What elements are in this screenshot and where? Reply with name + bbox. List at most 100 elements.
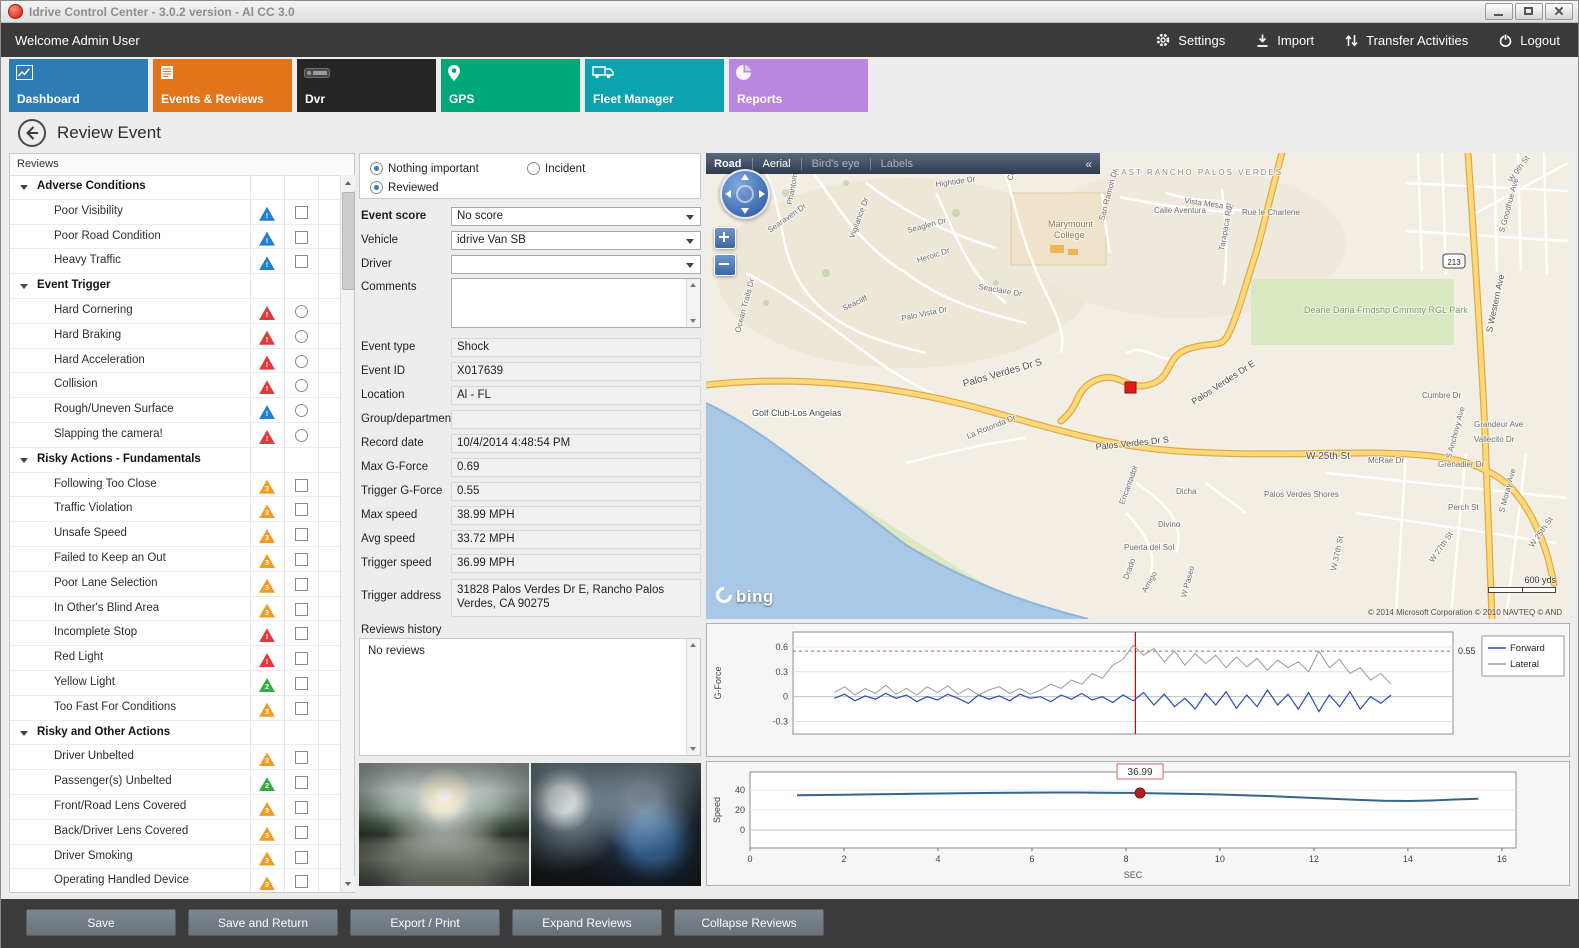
tab-reports[interactable]: Reports [729, 59, 868, 112]
tree-item-too-fast-for-conditions[interactable]: Too Fast For Conditions3 [10, 696, 340, 721]
checkbox-too-fast-for-conditions[interactable] [295, 702, 308, 715]
tree-item-incomplete-stop[interactable]: Incomplete Stop! [10, 621, 340, 646]
tab-dashboard[interactable]: Dashboard [9, 59, 148, 112]
tree-item-following-too-close[interactable]: Following Too Close3 [10, 473, 340, 498]
checkbox-red-light[interactable] [295, 652, 308, 665]
classification-option-incident[interactable]: Incident [527, 162, 585, 175]
checkbox-driver-unbelted[interactable] [295, 751, 308, 764]
checkbox-incomplete-stop[interactable] [295, 627, 308, 640]
tree-item-hard-acceleration[interactable]: Hard Acceleration! [10, 349, 340, 374]
close-button[interactable] [1545, 3, 1573, 20]
tree-item-poor-road-condition[interactable]: Poor Road Condition! [10, 225, 340, 250]
checkbox-poor-visibility[interactable] [295, 206, 308, 219]
tree-item-red-light[interactable]: Red Light! [10, 646, 340, 671]
radio-hard-acceleration[interactable] [295, 355, 308, 368]
checkbox-yellow-light[interactable] [295, 677, 308, 690]
tree-item-slapping-the-camera[interactable]: Slapping the camera!! [10, 423, 340, 448]
tree-item-rough-uneven-surface[interactable]: Rough/Uneven Surface! [10, 398, 340, 423]
map-mode-road[interactable]: Road [714, 158, 742, 170]
logout-button[interactable]: Logout [1498, 33, 1560, 48]
pan-west-icon[interactable] [725, 190, 731, 198]
scrollbar-thumb[interactable] [342, 192, 355, 290]
tab-dvr[interactable]: Dvr [297, 59, 436, 112]
tree-item-passenger-s-unbelted[interactable]: Passenger(s) Unbelted2 [10, 770, 340, 795]
checkbox-heavy-traffic[interactable] [295, 255, 308, 268]
tree-item-driver-unbelted[interactable]: Driver Unbelted3 [10, 745, 340, 770]
map-collapse-button[interactable]: « [1085, 157, 1092, 171]
tree-item-hard-braking[interactable]: Hard Braking! [10, 324, 340, 349]
zoom-out-button[interactable] [714, 254, 736, 276]
collapse-caret-icon[interactable] [20, 284, 28, 289]
tree-item-back-driver-lens-covered[interactable]: Back/Driver Lens Covered3 [10, 820, 340, 845]
tree-item-front-road-lens-covered[interactable]: Front/Road Lens Covered3 [10, 795, 340, 820]
zoom-in-button[interactable] [714, 227, 736, 249]
radio-hard-braking[interactable] [295, 330, 308, 343]
checkbox-poor-road-condition[interactable] [295, 231, 308, 244]
checkbox-front-road-lens-covered[interactable] [295, 801, 308, 814]
tree-group-risky-and-other-actions[interactable]: Risky and Other Actions [10, 721, 340, 746]
radio-slapping-the-camera[interactable] [295, 429, 308, 442]
map-mode-bird-s-eye[interactable]: Bird's eye [812, 158, 860, 170]
checkbox-passenger-s-unbelted[interactable] [295, 776, 308, 789]
classification-option-reviewed[interactable]: Reviewed [370, 181, 439, 194]
expand-reviews-button[interactable]: Expand Reviews [512, 909, 662, 936]
export-print-button[interactable]: Export / Print [350, 909, 500, 936]
event-location-marker[interactable] [1125, 382, 1136, 393]
radio-incident[interactable] [527, 162, 540, 175]
classification-option-nothing-important[interactable]: Nothing important [370, 162, 479, 175]
minimize-button[interactable] [1485, 3, 1513, 20]
tree-item-operating-handled-device[interactable]: Operating Handled Device3 [10, 869, 340, 892]
map-panel[interactable]: 213 EAST RANCHO PALOS VERDESMarymountCol… [706, 153, 1570, 619]
tree-group-risky-actions-fundamentals[interactable]: Risky Actions - Fundamentals [10, 448, 340, 473]
vehicle-select[interactable]: idrive Van SB [451, 231, 701, 250]
cabin-camera-thumbnail[interactable] [531, 763, 701, 886]
maximize-button[interactable] [1515, 3, 1543, 20]
tree-item-failed-to-keep-an-out[interactable]: Failed to Keep an Out3 [10, 547, 340, 572]
event-score-select[interactable]: No score [451, 207, 701, 226]
tree-item-traffic-violation[interactable]: Traffic Violation3 [10, 497, 340, 522]
radio-collision[interactable] [295, 379, 308, 392]
checkbox-in-other-s-blind-area[interactable] [295, 603, 308, 616]
tree-item-hard-cornering[interactable]: Hard Cornering! [10, 299, 340, 324]
save-button[interactable]: Save [26, 909, 176, 936]
front-camera-thumbnail[interactable] [359, 763, 529, 886]
checkbox-failed-to-keep-an-out[interactable] [295, 553, 308, 566]
transfer-activities-button[interactable]: Transfer Activities [1344, 33, 1468, 48]
checkbox-back-driver-lens-covered[interactable] [295, 826, 308, 839]
reviews-history-scrollbar[interactable] [686, 639, 700, 755]
reviews-scrollbar[interactable] [340, 175, 354, 892]
tree-item-poor-lane-selection[interactable]: Poor Lane Selection3 [10, 572, 340, 597]
tree-group-adverse-conditions[interactable]: Adverse Conditions [10, 175, 340, 200]
checkbox-poor-lane-selection[interactable] [295, 578, 308, 591]
tree-item-poor-visibility[interactable]: Poor Visibility! [10, 200, 340, 225]
comments-scrollbar[interactable] [686, 279, 700, 327]
scroll-down-arrow-icon[interactable] [341, 876, 355, 892]
checkbox-driver-smoking[interactable] [295, 851, 308, 864]
map-mode-aerial[interactable]: Aerial [763, 158, 791, 170]
save-and-return-button[interactable]: Save and Return [188, 909, 338, 936]
collapse-caret-icon[interactable] [20, 185, 28, 190]
tree-item-unsafe-speed[interactable]: Unsafe Speed3 [10, 522, 340, 547]
collapse-reviews-button[interactable]: Collapse Reviews [674, 909, 824, 936]
tree-item-driver-smoking[interactable]: Driver Smoking3 [10, 845, 340, 870]
radio-hard-cornering[interactable] [295, 305, 308, 318]
checkbox-traffic-violation[interactable] [295, 503, 308, 516]
driver-select[interactable] [451, 255, 701, 274]
import-button[interactable]: Import [1255, 33, 1314, 48]
radio-nothing-important[interactable] [370, 162, 383, 175]
checkbox-unsafe-speed[interactable] [295, 528, 308, 541]
tree-item-yellow-light[interactable]: Yellow Light2 [10, 671, 340, 696]
reviews-history-list[interactable]: No reviews [359, 638, 701, 756]
collapse-caret-icon[interactable] [20, 458, 28, 463]
tab-events-reviews[interactable]: Events & Reviews [153, 59, 292, 112]
collapse-caret-icon[interactable] [20, 731, 28, 736]
pan-south-icon[interactable] [741, 208, 749, 214]
map-compass-control[interactable] [720, 169, 770, 219]
comments-input[interactable] [451, 278, 701, 328]
pan-north-icon[interactable] [741, 174, 749, 180]
tab-fleet-manager[interactable]: Fleet Manager [585, 59, 724, 112]
tree-item-in-other-s-blind-area[interactable]: In Other's Blind Area3 [10, 597, 340, 622]
tree-group-event-trigger[interactable]: Event Trigger [10, 274, 340, 299]
tab-gps[interactable]: GPS [441, 59, 580, 112]
radio-reviewed[interactable] [370, 181, 383, 194]
